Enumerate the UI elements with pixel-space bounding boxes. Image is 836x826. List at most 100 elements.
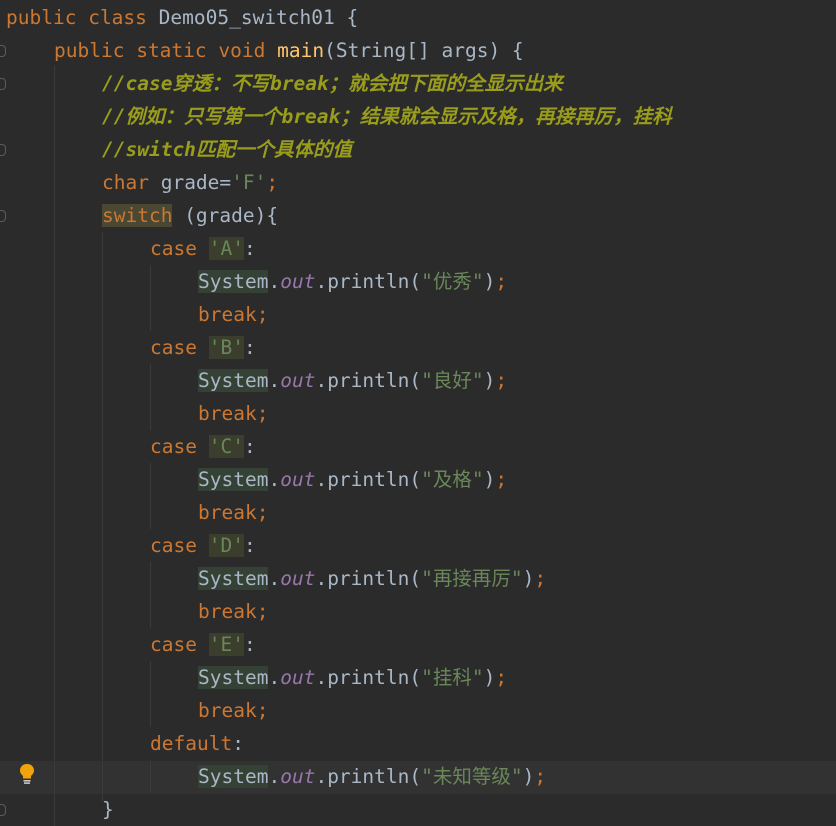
paren: (: [409, 369, 422, 392]
lightbulb-icon[interactable]: [19, 763, 35, 785]
code-line-main-decl[interactable]: public static void main(String[] args) {: [54, 34, 524, 67]
method-name: main: [277, 39, 325, 62]
keyword: break: [198, 501, 257, 524]
dot: .: [268, 765, 281, 788]
code-line-switch[interactable]: switch (grade){: [102, 199, 278, 232]
semicolon: ;: [256, 699, 269, 722]
fold-marker-icon[interactable]: [0, 210, 6, 222]
semicolon: ;: [256, 501, 269, 524]
comment-text: switch: [125, 138, 196, 161]
indent-guide: [150, 661, 151, 727]
brace: }: [102, 798, 114, 821]
fold-marker-icon[interactable]: [0, 45, 6, 57]
code-line-case[interactable]: case 'D':: [150, 529, 256, 562]
field-ref: out: [280, 468, 316, 491]
code-line-comment[interactable]: //case穿透：不写break；就会把下面的全显示出来: [102, 67, 563, 100]
code-line-println[interactable]: System.out.println("及格");: [198, 463, 507, 496]
comment-text: //: [102, 72, 126, 95]
paren: (: [409, 666, 422, 689]
method-call: println: [327, 468, 410, 491]
keyword: public: [54, 39, 125, 62]
paren: (: [409, 765, 422, 788]
string-quote: ": [471, 369, 484, 392]
class-ref: System: [198, 369, 269, 392]
char-literal: 'D': [208, 534, 244, 557]
paren: (: [409, 468, 422, 491]
code-line-case[interactable]: case 'E':: [150, 628, 256, 661]
editor-gutter: [0, 0, 14, 826]
keyword: break: [198, 600, 257, 623]
code-line-println[interactable]: System.out.println("再接再厉");: [198, 562, 546, 595]
string-literal: 再接再厉: [432, 567, 511, 590]
char-literal: 'C': [208, 435, 244, 458]
paren: ): [483, 468, 496, 491]
code-line-println[interactable]: System.out.println("挂科");: [198, 661, 507, 694]
method-call: println: [327, 765, 410, 788]
class-ref: System: [198, 270, 269, 293]
field-ref: out: [280, 666, 316, 689]
code-line-break[interactable]: break;: [198, 397, 268, 430]
keyword: public: [6, 6, 77, 29]
code-line-comment[interactable]: //switch匹配一个具体的值: [102, 133, 352, 166]
string-quote: ": [510, 765, 523, 788]
code-line-comment[interactable]: //例如：只写第一个break；结果就会显示及格，再接再厉，挂科: [102, 100, 672, 133]
comment-text: 例如：只写第一个: [125, 105, 282, 128]
keyword: class: [88, 6, 147, 29]
string-literal: 挂科: [432, 666, 472, 689]
fold-marker-icon[interactable]: [0, 804, 6, 816]
code-line-println[interactable]: System.out.println("未知等级");: [198, 760, 546, 793]
params: (String[] args) {: [324, 39, 524, 62]
field-ref: out: [280, 270, 316, 293]
string-quote: ": [471, 270, 484, 293]
code-line-case[interactable]: case 'A':: [150, 232, 256, 265]
dot: .: [315, 666, 328, 689]
paren: ): [522, 765, 535, 788]
comment-text: 匹配一个具体的值: [195, 138, 352, 161]
fold-marker-icon[interactable]: [0, 144, 6, 156]
code-line-case[interactable]: case 'C':: [150, 430, 256, 463]
code-line-break[interactable]: break;: [198, 595, 268, 628]
keyword: case: [150, 534, 197, 557]
colon: :: [243, 633, 256, 656]
string-quote: ": [421, 468, 433, 491]
fold-marker-icon[interactable]: [0, 78, 6, 90]
dot: .: [315, 468, 328, 491]
code-line-class-decl[interactable]: public class Demo05_switch01 {: [6, 1, 358, 34]
code-line-break[interactable]: break;: [198, 496, 268, 529]
string-quote: ": [421, 369, 433, 392]
char-literal: 'B': [208, 336, 244, 359]
string-quote: ": [421, 567, 433, 590]
comment-text: 穿透：不写: [172, 72, 270, 95]
indent-guide: [150, 760, 151, 793]
comment-text: //: [102, 105, 126, 128]
dot: .: [315, 369, 328, 392]
dot: .: [315, 270, 328, 293]
string-quote: ": [510, 567, 523, 590]
dot: .: [315, 567, 328, 590]
code-line-break[interactable]: break;: [198, 694, 268, 727]
colon: :: [243, 435, 256, 458]
indent-guide: [150, 364, 151, 430]
code-line-println[interactable]: System.out.println("优秀");: [198, 265, 507, 298]
paren: (: [409, 270, 422, 293]
dot: .: [268, 468, 281, 491]
code-line-char-decl[interactable]: char grade='F';: [102, 166, 278, 199]
class-ref: System: [198, 567, 269, 590]
semicolon: ;: [495, 468, 508, 491]
semicolon: ;: [534, 567, 547, 590]
string-quote: ": [421, 270, 433, 293]
code-line-case[interactable]: case 'B':: [150, 331, 256, 364]
code-line-break[interactable]: break;: [198, 298, 268, 331]
keyword: case: [150, 633, 197, 656]
comment-text: break: [281, 105, 341, 128]
dot: .: [268, 270, 281, 293]
code-editor[interactable]: public class Demo05_switch01 { public st…: [0, 0, 836, 826]
code-line-close-brace[interactable]: }: [102, 793, 114, 826]
code-line-default[interactable]: default:: [150, 727, 244, 760]
indent-guide: [54, 66, 55, 826]
string-literal: 未知等级: [432, 765, 511, 788]
char-literal: 'F': [231, 171, 267, 194]
char-literal: 'E': [208, 633, 244, 656]
code-line-println[interactable]: System.out.println("良好");: [198, 364, 507, 397]
semicolon: ;: [256, 402, 269, 425]
